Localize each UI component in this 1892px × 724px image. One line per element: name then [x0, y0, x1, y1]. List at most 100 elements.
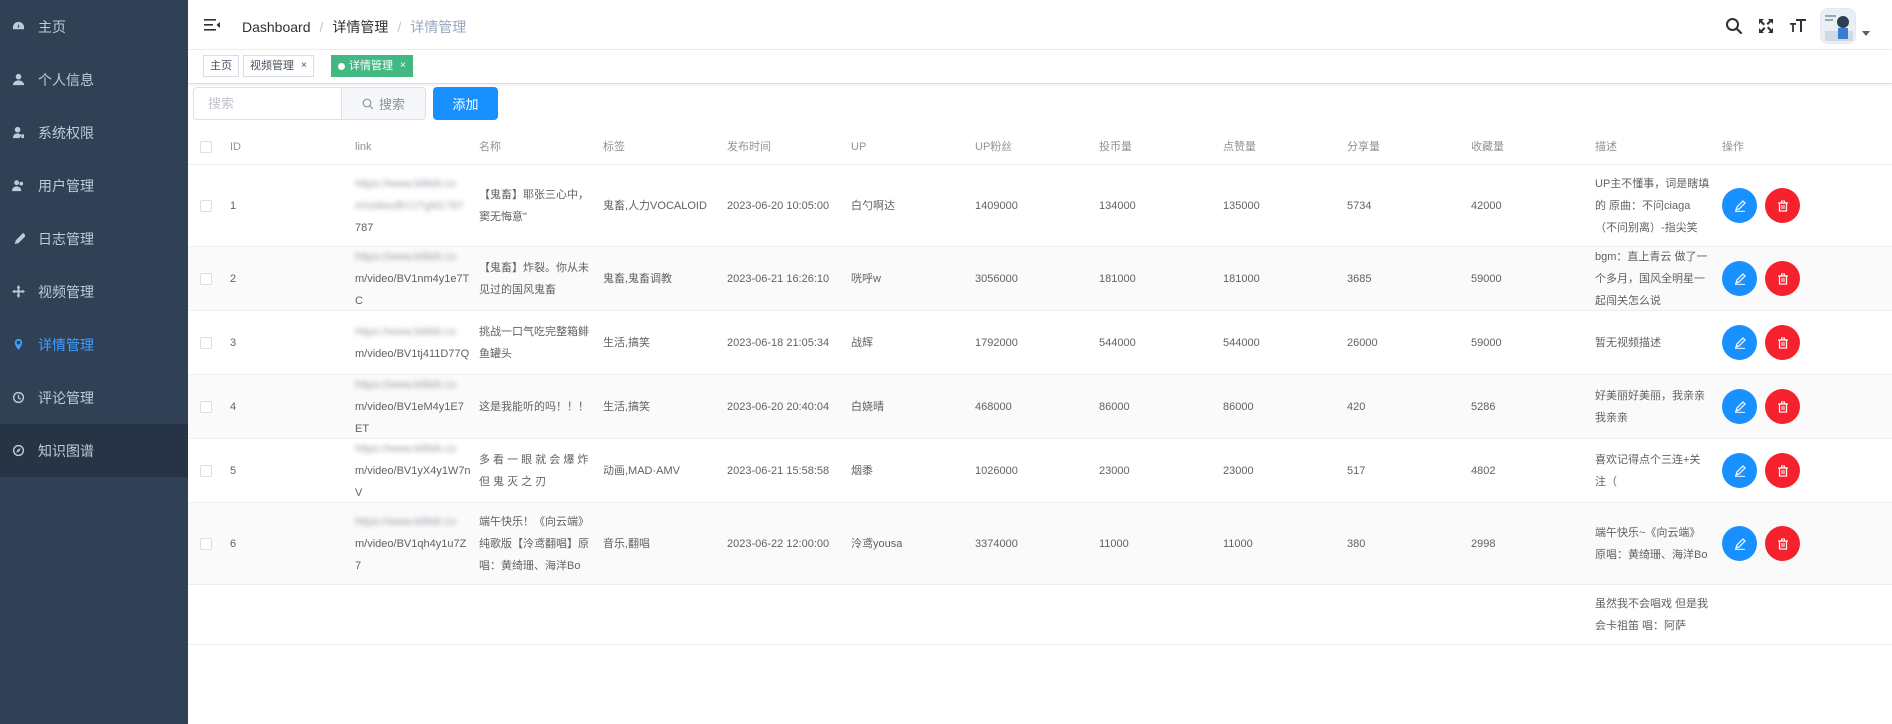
row-checkbox[interactable]: [200, 199, 212, 212]
row-checkbox[interactable]: [200, 464, 212, 477]
fullscreen-icon[interactable]: [1756, 16, 1776, 36]
header-link[interactable]: link: [355, 136, 479, 158]
cell-share: 517: [1347, 464, 1366, 477]
cell-coin: 23000: [1099, 464, 1130, 477]
row-select-cell: [188, 272, 230, 285]
header-up[interactable]: UP: [851, 136, 975, 158]
tab-detail-management[interactable]: 详情管理 ×: [331, 55, 413, 77]
row-select-cell: [188, 400, 230, 413]
cell-time: 2023-06-21 15:58:58: [727, 464, 830, 477]
search-icon[interactable]: [1724, 16, 1744, 36]
row-checkbox[interactable]: [200, 272, 212, 285]
sidebar-item-label: 主页: [38, 18, 66, 35]
table-row: 6 https://www.bilibili.co m/video/BV1qh4y1…: [188, 503, 1892, 585]
header-tag[interactable]: 标签: [603, 136, 727, 158]
trash-icon: [1777, 200, 1788, 212]
header-name[interactable]: 名称: [479, 136, 603, 158]
delete-button[interactable]: [1765, 389, 1800, 424]
cell-fans: 1409000: [975, 199, 1018, 212]
edit-button[interactable]: [1722, 261, 1757, 296]
sidebar: 主页个人信息 系统权限 用户管理 日志管理 视频管理详情管理评论管理 知识图谱: [0, 0, 188, 724]
avatar[interactable]: [1820, 8, 1856, 44]
row-checkbox[interactable]: [200, 537, 212, 550]
add-button[interactable]: 添加: [433, 87, 498, 120]
cell-ops: [1719, 188, 1839, 223]
sidebar-item-8[interactable]: 知识图谱: [0, 424, 188, 477]
active-dot-icon: [338, 62, 345, 70]
row-checkbox[interactable]: [200, 336, 212, 349]
link-text: 787: [355, 221, 374, 234]
header-coin[interactable]: 投币量: [1099, 136, 1223, 158]
edit-button[interactable]: [1722, 188, 1757, 223]
cell-time: 2023-06-20 10:05:00: [727, 199, 830, 212]
edit-button[interactable]: [1722, 389, 1757, 424]
edit-button[interactable]: [1722, 453, 1757, 488]
header-fav[interactable]: 收藏量: [1471, 136, 1595, 158]
delete-button[interactable]: [1765, 325, 1800, 360]
delete-button[interactable]: [1765, 453, 1800, 488]
cell-up: 烟黍: [851, 464, 873, 477]
delete-button[interactable]: [1765, 188, 1800, 223]
cell-fans: 1026000: [975, 464, 1018, 477]
cell-name: 这是我能听的吗！！！: [479, 400, 589, 413]
delete-button[interactable]: [1765, 261, 1800, 296]
tab-video-management[interactable]: 视频管理 ×: [243, 55, 314, 77]
cell-id: 2: [230, 272, 237, 285]
cell-fans: 3374000: [975, 537, 1018, 550]
cell-link: https://www.bilibili.co m/video/BV1yX4y1W…: [355, 438, 479, 504]
header-id[interactable]: ID: [230, 136, 355, 158]
select-all-checkbox[interactable]: [200, 141, 212, 153]
cell-time: 2023-06-18 21:05:34: [727, 336, 830, 349]
sidebar-item-label: 详情管理: [38, 336, 94, 353]
cell-fav: 2998: [1471, 537, 1496, 550]
navbar: Dashboard / 详情管理 / 详情管理: [188, 0, 1892, 50]
link-blurred: https://www.bilibili.co: [355, 250, 456, 263]
breadcrumb-dashboard[interactable]: Dashboard: [242, 19, 311, 35]
cell-fav: 5286: [1471, 400, 1496, 413]
row-checkbox[interactable]: [200, 400, 212, 413]
user-icon: [10, 72, 26, 88]
cell-like: 544000: [1223, 336, 1260, 349]
header-like[interactable]: 点赞量: [1223, 136, 1347, 158]
link-blurred: https://www.bilibili.co: [355, 515, 456, 528]
font-size-icon[interactable]: [1788, 16, 1808, 36]
header-time[interactable]: 发布时间: [727, 136, 851, 158]
tags-view: 主页 视频管理 × 详情管理 ×: [188, 50, 1892, 84]
trash-icon: [1777, 273, 1788, 285]
cell-share: 3685: [1347, 272, 1372, 285]
sidebar-item-7[interactable]: 评论管理: [0, 371, 188, 424]
sidebar-item-2[interactable]: 系统权限: [0, 106, 188, 159]
tab-home[interactable]: 主页: [203, 55, 239, 77]
hamburger-icon[interactable]: [204, 17, 220, 33]
sidebar-item-1[interactable]: 个人信息: [0, 53, 188, 106]
sidebar-item-3[interactable]: 用户管理: [0, 159, 188, 212]
close-icon[interactable]: ×: [400, 56, 406, 76]
close-icon[interactable]: ×: [301, 56, 307, 76]
sidebar-item-6[interactable]: 详情管理: [0, 318, 188, 371]
breadcrumb-detail-parent[interactable]: 详情管理: [332, 17, 388, 37]
cell-id: 4: [230, 400, 237, 413]
search-button[interactable]: 搜索: [342, 87, 426, 120]
sidebar-item-4[interactable]: 日志管理: [0, 212, 188, 265]
edit-icon: [1734, 272, 1746, 285]
sidebar-item-0[interactable]: 主页: [0, 0, 188, 53]
trash-icon: [1777, 538, 1788, 550]
edit-button[interactable]: [1722, 526, 1757, 561]
search-input[interactable]: [193, 87, 342, 120]
search-bar: 搜索 添加: [193, 87, 498, 120]
edit-button[interactable]: [1722, 325, 1757, 360]
delete-button[interactable]: [1765, 526, 1800, 561]
header-desc[interactable]: 描述: [1595, 136, 1719, 158]
cell-name: 端午快乐！《向云端》纯歌版【泠鸢翻唱】原唱：黄绮珊、海洋Bo: [479, 515, 589, 572]
cell-name: 挑战一口气吃完整箱鲱鱼罐头: [479, 325, 589, 360]
header-share[interactable]: 分享量: [1347, 136, 1471, 158]
cell-id: 1: [230, 199, 237, 212]
sidebar-item-5[interactable]: 视频管理: [0, 265, 188, 318]
breadcrumb-current: 详情管理: [410, 19, 467, 35]
cell-coin: 544000: [1099, 336, 1136, 349]
chevron-down-icon[interactable]: [1862, 30, 1870, 36]
header-fans[interactable]: UP粉丝: [975, 136, 1099, 158]
cell-fans: 3056000: [975, 272, 1018, 285]
cell-desc: bgm：直上青云 做了一个多月，国风全明星一起闯关怎么说: [1595, 250, 1708, 307]
cell-desc: 喜欢记得点个三连+关注（: [1595, 453, 1701, 488]
